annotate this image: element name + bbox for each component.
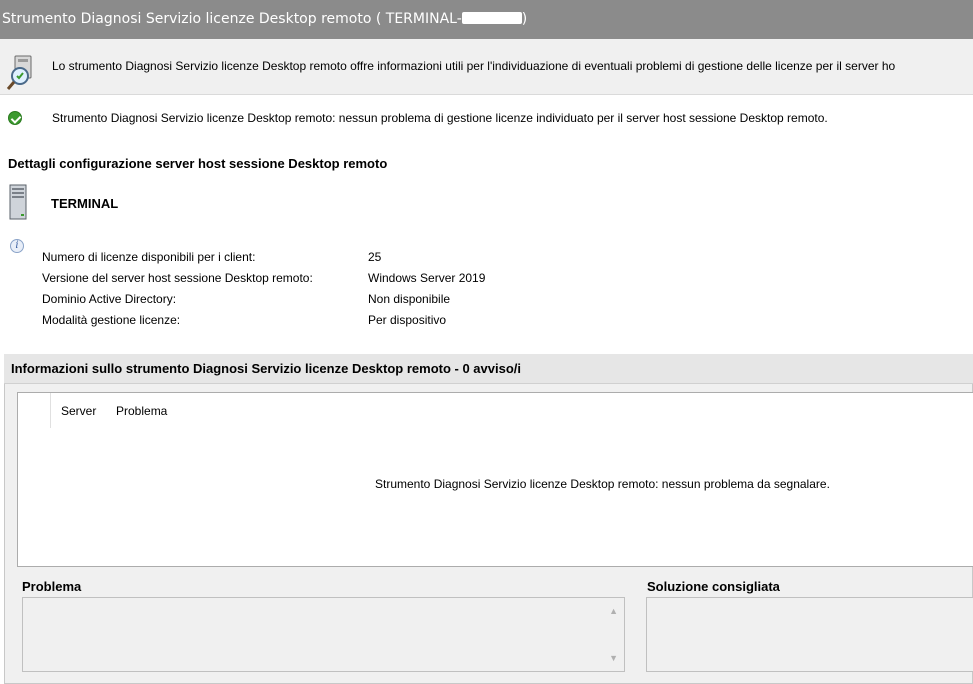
empty-list-message: Strumento Diagnosi Servizio licenze Desk… [375,477,830,491]
detail-value: Windows Server 2019 [368,271,486,285]
detail-label: Numero di licenze disponibili per i clie… [42,250,256,264]
solution-textbox[interactable] [646,597,973,672]
solution-label: Soluzione consigliata [647,579,780,594]
detail-label: Versione del server host sessione Deskto… [42,271,313,285]
detail-value: Non disponibile [368,292,451,306]
warnings-list[interactable]: Server Problema Strumento Diagnosi Servi… [17,392,973,567]
window-title-suffix: ) [521,11,528,27]
detail-label: Modalità gestione licenze: [42,313,181,327]
problem-textbox[interactable]: ▲ ▼ [22,597,625,672]
detail-value: 25 [368,250,382,264]
info-banner-text: Lo strumento Diagnosi Servizio licenze D… [52,59,896,73]
info-icon: i [10,239,24,253]
scroll-down-icon[interactable]: ▼ [609,653,618,663]
window-title: Strumento Diagnosi Servizio licenze Desk… [2,11,462,27]
detail-value: Per dispositivo [368,313,447,327]
info-banner: Lo strumento Diagnosi Servizio licenze D… [0,39,973,95]
warnings-list-header: Server Problema [18,393,973,428]
detail-label: Dominio Active Directory: [42,292,177,306]
column-header-problem[interactable]: Problema [116,404,167,418]
check-success-icon [8,111,22,125]
window-titlebar: Strumento Diagnosi Servizio licenze Desk… [0,0,973,39]
column-header-server[interactable]: Server [61,404,96,418]
server-name: TERMINAL [51,196,119,211]
column-separator [50,393,51,428]
redacted-server-suffix [461,11,522,24]
server-icon [9,184,27,220]
scroll-up-icon[interactable]: ▲ [609,606,618,616]
problem-label: Problema [22,579,82,594]
diagnostics-panel-header: Informazioni sullo strumento Diagnosi Se… [4,354,973,384]
config-section-title: Dettagli configurazione server host sess… [8,156,388,171]
status-message: Strumento Diagnosi Servizio licenze Desk… [52,111,828,125]
diagnostic-tool-icon [6,55,32,90]
